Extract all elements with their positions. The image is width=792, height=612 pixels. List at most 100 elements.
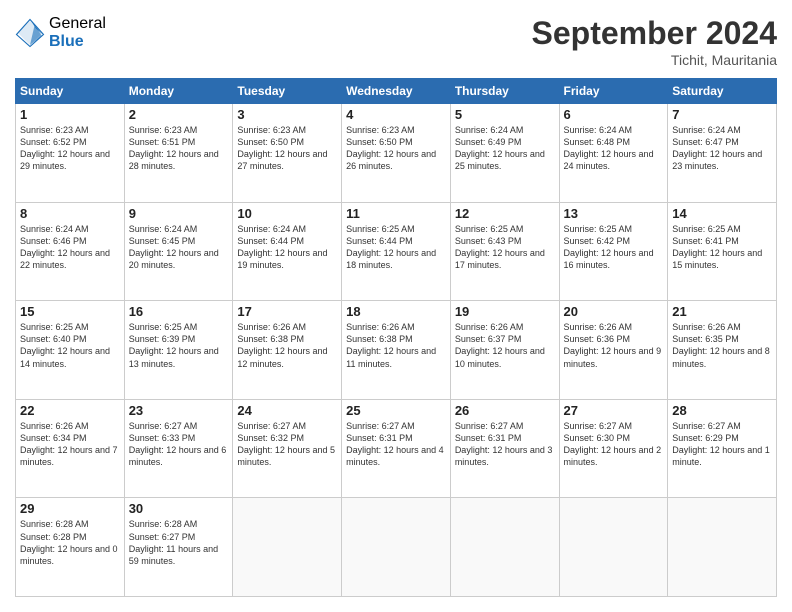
day-info: Sunrise: 6:23 AMSunset: 6:51 PMDaylight:… [129, 124, 229, 173]
calendar-cell: 2 Sunrise: 6:23 AMSunset: 6:51 PMDaylight… [124, 104, 233, 203]
calendar-table: SundayMondayTuesdayWednesdayThursdayFrid… [15, 78, 777, 597]
day-info: Sunrise: 6:24 AMSunset: 6:45 PMDaylight:… [129, 223, 229, 272]
calendar-cell: 29 Sunrise: 6:28 AMSunset: 6:28 PMDayligh… [16, 498, 125, 597]
day-info: Sunrise: 6:26 AMSunset: 6:34 PMDaylight:… [20, 420, 120, 469]
day-number: 3 [237, 107, 337, 122]
header-sunday: Sunday [16, 79, 125, 104]
calendar-cell: 5Sunrise: 6:24 AMSunset: 6:49 PMDaylight… [450, 104, 559, 203]
calendar-row: 29 Sunrise: 6:28 AMSunset: 6:28 PMDayligh… [16, 498, 777, 597]
calendar-cell: 25Sunrise: 6:27 AMSunset: 6:31 PMDayligh… [342, 399, 451, 498]
day-info: Sunrise: 6:25 AMSunset: 6:42 PMDaylight:… [564, 223, 664, 272]
calendar-cell: 11 Sunrise: 6:25 AMSunset: 6:44 PMDayligh… [342, 202, 451, 301]
logo: General Blue [15, 15, 106, 50]
day-info: Sunrise: 6:25 AMSunset: 6:39 PMDaylight:… [129, 321, 229, 370]
header: General Blue September 2024 Tichit, Maur… [15, 15, 777, 68]
day-info: Sunrise: 6:24 AMSunset: 6:46 PMDaylight:… [20, 223, 120, 272]
calendar-cell: 27 Sunrise: 6:27 AMSunset: 6:30 PMDayligh… [559, 399, 668, 498]
day-info: Sunrise: 6:27 AMSunset: 6:30 PMDaylight:… [564, 420, 664, 469]
header-tuesday: Tuesday [233, 79, 342, 104]
day-info: Sunrise: 6:28 AMSunset: 6:28 PMDaylight:… [20, 518, 120, 567]
calendar-cell: 28 Sunrise: 6:27 AMSunset: 6:29 PMDayligh… [668, 399, 777, 498]
calendar-row: 8 Sunrise: 6:24 AMSunset: 6:46 PMDaylight… [16, 202, 777, 301]
day-number: 8 [20, 206, 120, 221]
day-number: 24 [237, 403, 337, 418]
calendar-cell: 18 Sunrise: 6:26 AMSunset: 6:38 PMDayligh… [342, 301, 451, 400]
calendar-cell: 8 Sunrise: 6:24 AMSunset: 6:46 PMDaylight… [16, 202, 125, 301]
day-number: 2 [129, 107, 229, 122]
day-info: Sunrise: 6:27 AMSunset: 6:31 PMDaylight:… [346, 420, 446, 469]
calendar-cell: 6Sunrise: 6:24 AMSunset: 6:48 PMDaylight… [559, 104, 668, 203]
calendar-cell [233, 498, 342, 597]
day-number: 26 [455, 403, 555, 418]
day-number: 27 [564, 403, 664, 418]
day-info: Sunrise: 6:26 AMSunset: 6:38 PMDaylight:… [346, 321, 446, 370]
day-number: 23 [129, 403, 229, 418]
calendar-row: 22 Sunrise: 6:26 AMSunset: 6:34 PMDayligh… [16, 399, 777, 498]
day-info: Sunrise: 6:24 AMSunset: 6:44 PMDaylight:… [237, 223, 337, 272]
calendar-cell: 21Sunrise: 6:26 AMSunset: 6:35 PMDayligh… [668, 301, 777, 400]
calendar-cell [668, 498, 777, 597]
day-info: Sunrise: 6:25 AMSunset: 6:41 PMDaylight:… [672, 223, 772, 272]
logo-icon [15, 18, 45, 48]
header-wednesday: Wednesday [342, 79, 451, 104]
day-number: 16 [129, 304, 229, 319]
logo-general: General [49, 15, 106, 33]
calendar-cell [342, 498, 451, 597]
calendar-cell: 24 Sunrise: 6:27 AMSunset: 6:32 PMDayligh… [233, 399, 342, 498]
calendar-row: 15Sunrise: 6:25 AMSunset: 6:40 PMDayligh… [16, 301, 777, 400]
day-number: 28 [672, 403, 772, 418]
day-number: 20 [564, 304, 664, 319]
day-number: 12 [455, 206, 555, 221]
day-info: Sunrise: 6:23 AMSunset: 6:52 PMDaylight:… [20, 124, 120, 173]
day-info: Sunrise: 6:27 AMSunset: 6:29 PMDaylight:… [672, 420, 772, 469]
calendar-cell: 19 Sunrise: 6:26 AMSunset: 6:37 PMDayligh… [450, 301, 559, 400]
calendar-cell: 4Sunrise: 6:23 AMSunset: 6:50 PMDaylight… [342, 104, 451, 203]
calendar-cell: 20 Sunrise: 6:26 AMSunset: 6:36 PMDayligh… [559, 301, 668, 400]
day-number: 11 [346, 206, 446, 221]
calendar-cell: 13 Sunrise: 6:25 AMSunset: 6:42 PMDayligh… [559, 202, 668, 301]
day-info: Sunrise: 6:23 AMSunset: 6:50 PMDaylight:… [237, 124, 337, 173]
day-number: 15 [20, 304, 120, 319]
calendar-cell: 22 Sunrise: 6:26 AMSunset: 6:34 PMDayligh… [16, 399, 125, 498]
day-number: 1 [20, 107, 120, 122]
day-info: Sunrise: 6:27 AMSunset: 6:33 PMDaylight:… [129, 420, 229, 469]
day-info: Sunrise: 6:26 AMSunset: 6:37 PMDaylight:… [455, 321, 555, 370]
header-thursday: Thursday [450, 79, 559, 104]
day-number: 10 [237, 206, 337, 221]
calendar-cell [450, 498, 559, 597]
logo-blue: Blue [49, 33, 106, 51]
day-info: Sunrise: 6:28 AMSunset: 6:27 PMDaylight:… [129, 518, 229, 567]
day-number: 17 [237, 304, 337, 319]
day-number: 19 [455, 304, 555, 319]
calendar-cell: 10 Sunrise: 6:24 AMSunset: 6:44 PMDayligh… [233, 202, 342, 301]
calendar-row: 1 Sunrise: 6:23 AMSunset: 6:52 PMDaylight… [16, 104, 777, 203]
day-number: 9 [129, 206, 229, 221]
day-info: Sunrise: 6:25 AMSunset: 6:44 PMDaylight:… [346, 223, 446, 272]
calendar-cell [559, 498, 668, 597]
day-info: Sunrise: 6:27 AMSunset: 6:32 PMDaylight:… [237, 420, 337, 469]
day-number: 30 [129, 501, 229, 516]
calendar-cell: 3 Sunrise: 6:23 AMSunset: 6:50 PMDaylight… [233, 104, 342, 203]
day-number: 29 [20, 501, 120, 516]
day-info: Sunrise: 6:27 AMSunset: 6:31 PMDaylight:… [455, 420, 555, 469]
calendar-cell: 14Sunrise: 6:25 AMSunset: 6:41 PMDayligh… [668, 202, 777, 301]
day-info: Sunrise: 6:26 AMSunset: 6:38 PMDaylight:… [237, 321, 337, 370]
day-info: Sunrise: 6:24 AMSunset: 6:49 PMDaylight:… [455, 124, 555, 173]
day-info: Sunrise: 6:26 AMSunset: 6:36 PMDaylight:… [564, 321, 664, 370]
day-number: 4 [346, 107, 446, 122]
title-section: September 2024 Tichit, Mauritania [532, 15, 777, 68]
calendar-cell: 7Sunrise: 6:24 AMSunset: 6:47 PMDaylight… [668, 104, 777, 203]
day-number: 7 [672, 107, 772, 122]
day-number: 13 [564, 206, 664, 221]
calendar-cell: 9 Sunrise: 6:24 AMSunset: 6:45 PMDaylight… [124, 202, 233, 301]
month-title: September 2024 [532, 15, 777, 52]
calendar-page: General Blue September 2024 Tichit, Maur… [0, 0, 792, 612]
calendar-cell: 23 Sunrise: 6:27 AMSunset: 6:33 PMDayligh… [124, 399, 233, 498]
day-number: 18 [346, 304, 446, 319]
day-number: 22 [20, 403, 120, 418]
calendar-cell: 26 Sunrise: 6:27 AMSunset: 6:31 PMDayligh… [450, 399, 559, 498]
header-saturday: Saturday [668, 79, 777, 104]
calendar-cell: 15Sunrise: 6:25 AMSunset: 6:40 PMDayligh… [16, 301, 125, 400]
header-row: SundayMondayTuesdayWednesdayThursdayFrid… [16, 79, 777, 104]
calendar-cell: 17 Sunrise: 6:26 AMSunset: 6:38 PMDayligh… [233, 301, 342, 400]
